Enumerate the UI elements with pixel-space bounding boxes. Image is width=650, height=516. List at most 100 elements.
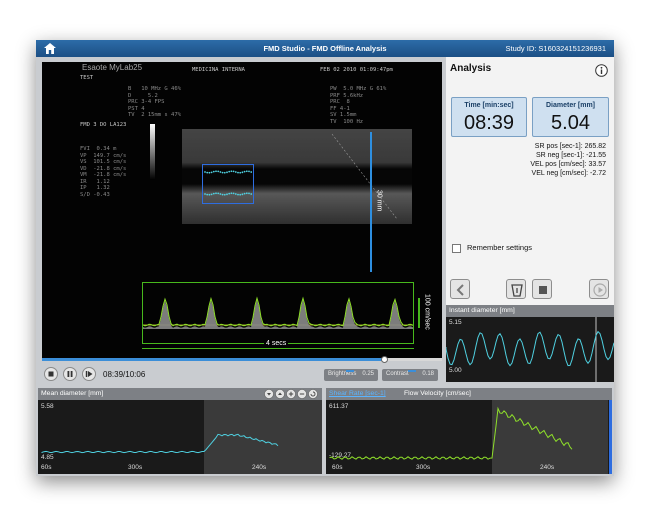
tracking-dot: [241, 193, 244, 196]
remember-checkbox[interactable]: [452, 243, 461, 253]
diameter-metric-value: 5.04: [551, 112, 590, 134]
tracking-dot: [248, 170, 250, 173]
tracking-dot: [239, 193, 242, 196]
tracking-dot: [206, 171, 209, 174]
tracking-dot: [208, 193, 211, 196]
vel-pos: VEL pos [cm/sec]: 33.57: [530, 161, 606, 168]
tracking-dot: [230, 192, 233, 195]
tracking-dot: [223, 171, 226, 174]
tracking-dot: [212, 170, 215, 173]
department-label: MEDICINA INTERNA: [192, 67, 245, 73]
mean-diameter-trace: [41, 433, 279, 454]
ultrasound-viewer[interactable]: Esaote MyLab25 TEST MEDICINA INTERNA FEB…: [42, 62, 442, 360]
sr-neg: SR neg [sec-1]: -21.55: [535, 152, 606, 159]
tracking-dot: [243, 192, 246, 195]
tracking-dot: [210, 171, 213, 174]
playback-controls: 08:39/10:06 Brightness 0.25 Contrast 0.1…: [36, 364, 448, 386]
step-forward-icon: [85, 371, 93, 377]
stop-icon: [48, 371, 54, 377]
instant-diameter-trace: [446, 317, 614, 382]
doppler-params: PW 5.0 MHz G 61% PRF 5.6kHz PRC 8 FF 4-1…: [330, 86, 387, 125]
seek-progress: [42, 358, 384, 361]
study-label: FMD 3 DO LA123: [80, 122, 127, 128]
tracking-dot: [250, 171, 253, 173]
contrast-value: 0.18: [422, 371, 434, 377]
tracking-dot: [210, 193, 213, 196]
seek-handle[interactable]: [380, 356, 388, 363]
tracking-dot: [250, 193, 253, 195]
wall-tracking-dots: [204, 170, 253, 196]
time-metric: Time [min:sec] 08:39: [451, 97, 527, 137]
tracking-dot: [234, 171, 237, 173]
step-forward-button[interactable]: [82, 367, 96, 381]
doppler-measurements: FVI 0.34 m VP 149.7 cm/s VS 101.5 cm/s V…: [80, 146, 127, 198]
shear-rate-panel: Shear Rate [sec-1] Flow Velocity [cm/sec…: [326, 388, 612, 474]
diameter-metric: Diameter [mm] 5.04: [532, 97, 609, 137]
vel-neg: VEL neg [cm/sec]: -2.72: [531, 170, 606, 177]
stop-analysis-button[interactable]: [532, 279, 552, 299]
analysis-title: Analysis: [450, 63, 492, 74]
chevron-left-icon: [456, 284, 464, 296]
brightness-control[interactable]: Brightness 0.25: [324, 369, 378, 381]
seek-bar[interactable]: [42, 356, 442, 364]
playback-time: 08:39/10:06: [103, 370, 146, 379]
zoom-up-icon[interactable]: [275, 389, 285, 399]
tracking-dot: [208, 171, 211, 174]
zoom-out-icon[interactable]: [297, 389, 307, 399]
doppler-scale-bar: [418, 298, 420, 328]
grayscale-bar: [150, 124, 155, 180]
tracking-dot: [204, 193, 206, 195]
info-icon[interactable]: [595, 64, 608, 77]
doppler-waveform: [142, 296, 414, 329]
mean-diameter-panel: Mean diameter [mm] 5.58 4.85 60s 300s 24…: [38, 388, 322, 474]
tracking-dot: [217, 170, 220, 173]
export-button[interactable]: [506, 279, 526, 299]
tracking-dot: [248, 192, 250, 195]
zoom-in-icon[interactable]: [286, 389, 296, 399]
flow-velocity-tab[interactable]: Flow Velocity [cm/sec]: [404, 390, 471, 397]
instant-diameter-panel: Instant diameter [mm] 5.15 5.00: [446, 305, 614, 382]
tracking-dot: [221, 193, 224, 196]
zoom-down-icon[interactable]: [264, 389, 274, 399]
reset-zoom-icon[interactable]: [308, 389, 318, 399]
tracking-dot: [219, 171, 222, 173]
play-analysis-button[interactable]: [589, 279, 609, 299]
tracking-dot: [212, 192, 215, 195]
tracking-dot: [232, 170, 235, 173]
pause-button[interactable]: [63, 367, 77, 381]
tracking-dot: [226, 193, 228, 196]
tracking-dot: [228, 170, 231, 173]
stop-button[interactable]: [44, 367, 58, 381]
doppler-strip: [142, 282, 414, 344]
exam-datetime: FEB 02 2010 01:09:47pm: [320, 67, 393, 73]
tracking-dot: [204, 171, 206, 173]
bmode-params: B 10 MHz G 46% D 5.2 PRC 3-4 FPS PST 4 T…: [128, 86, 181, 118]
stop-icon: [539, 286, 547, 294]
brightness-indicator: [346, 370, 354, 372]
play-circle-icon: [593, 283, 607, 297]
contrast-indicator: [408, 370, 416, 372]
tracking-dot: [239, 171, 242, 174]
tracking-dot: [243, 170, 246, 173]
tracking-dot: [241, 171, 244, 174]
pause-icon: [67, 371, 73, 377]
depth-label: 30 mm: [375, 190, 383, 212]
remember-settings[interactable]: Remember settings: [452, 243, 532, 253]
tracking-dot: [237, 193, 239, 196]
tracking-dot: [245, 192, 248, 195]
contrast-control[interactable]: Contrast 0.18: [382, 369, 438, 381]
shear-rate-tab[interactable]: Shear Rate [sec-1]: [329, 390, 386, 397]
tracking-dot: [226, 171, 228, 174]
tracking-dot: [232, 192, 235, 195]
app-window: FMD Studio - FMD Offline Analysis Study …: [36, 40, 614, 476]
tracking-dot: [223, 193, 226, 196]
doppler-time-bar: [142, 348, 414, 349]
instant-diameter-title: Instant diameter [mm]: [449, 307, 515, 314]
brightness-value: 0.25: [362, 371, 374, 377]
tracking-dot: [219, 193, 222, 195]
tracking-dot: [245, 170, 248, 173]
back-button[interactable]: [450, 279, 470, 299]
mean-diameter-title: Mean diameter [mm]: [41, 390, 104, 397]
contrast-label: Contrast: [386, 371, 409, 377]
shear-rate-header: Shear Rate [sec-1] Flow Velocity [cm/sec…: [326, 388, 612, 400]
